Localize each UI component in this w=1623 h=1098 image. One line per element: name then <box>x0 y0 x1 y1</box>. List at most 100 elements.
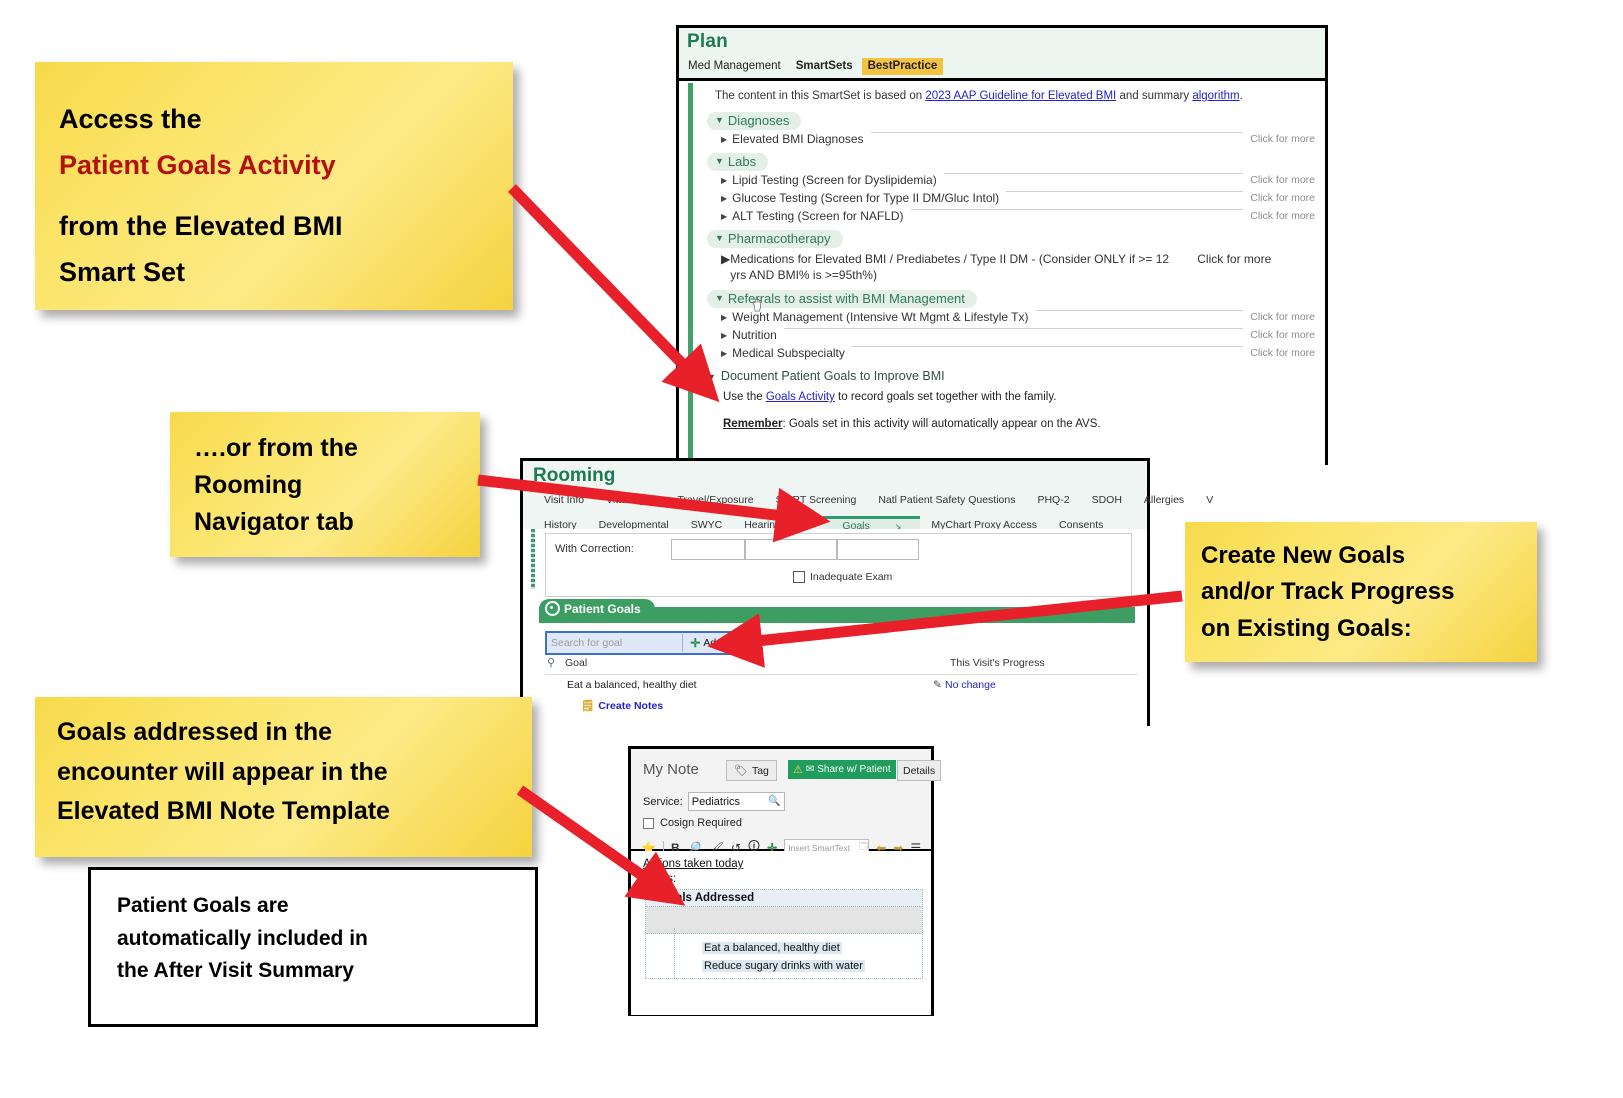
section-header-labs[interactable]: ▼ Labs <box>707 153 769 171</box>
search-icon[interactable]: 🔍 <box>768 796 783 807</box>
goal-progress-value[interactable]: No change <box>945 679 996 691</box>
algorithm-link[interactable]: algorithm <box>1192 90 1239 102</box>
note-line: ….or from the <box>194 434 358 462</box>
plan-row-glucose-testing[interactable]: ▶ Glucose Testing (Screen for Type II DM… <box>701 190 1321 208</box>
goal-search-input[interactable]: Search for goal <box>547 637 682 649</box>
click-for-more-label[interactable]: Click for more <box>1197 251 1271 267</box>
note-line: Elevated BMI Note Template <box>57 797 390 825</box>
row-label: Lipid Testing (Screen for Dyslipidemia) <box>732 173 937 187</box>
rooming-tab-allergies[interactable]: Allergies <box>1133 494 1195 506</box>
plan-tab-med-management[interactable]: Med Management <box>686 58 790 75</box>
row-leader-line <box>851 346 1244 347</box>
service-label: Service: <box>643 795 683 808</box>
remember-label: Remember <box>723 418 783 430</box>
plan-row-lipid-testing[interactable]: ▶ Lipid Testing (Screen for Dyslipidemia… <box>701 172 1321 190</box>
service-input[interactable]: Pediatrics 🔍 <box>687 792 785 811</box>
details-button[interactable]: Details <box>897 760 942 781</box>
add-goal-button[interactable]: ✛ Add <box>682 634 729 652</box>
rooming-tab-visit-info[interactable]: Visit Info <box>533 494 595 506</box>
sticky-note-access-smartset: Access the Patient Goals Activity from t… <box>35 62 513 310</box>
checkbox-icon <box>643 817 654 829</box>
my-note-body[interactable]: Actions taken today Goals: Goals Address… <box>631 851 931 1015</box>
goals-remember-note: Remember: Goals set in this activity wil… <box>701 406 1321 433</box>
plan-row-alt-testing[interactable]: ▶ ALT Testing (Screen for NAFLD) Click f… <box>701 208 1321 226</box>
plan-row-weight-management[interactable]: ▶ Weight Management (Intensive Wt Mgmt &… <box>701 309 1321 327</box>
caret-down-icon: ▼ <box>715 115 724 125</box>
rooming-tab-natl-patient-safety-questions[interactable]: Natl Patient Safety Questions <box>867 494 1026 506</box>
aap-guideline-link[interactable]: 2023 AAP Guideline for Elevated BMI <box>925 90 1116 102</box>
sort-caret-icon[interactable]: ▲ <box>745 653 753 662</box>
share-label: Share w/ Patient <box>817 764 891 775</box>
click-for-more-label[interactable]: Click for more <box>1250 191 1321 206</box>
rooming-tab-phq-2[interactable]: PHQ-2 <box>1026 494 1080 506</box>
details-label: Details <box>903 764 936 777</box>
with-correction-label: With Correction: <box>555 543 634 555</box>
share-envelope-icon: ✉ <box>805 764 815 775</box>
row-label: Medications for Elevated BMI / Prediabet… <box>730 252 1170 282</box>
caret-right-icon: ▶ <box>721 135 728 144</box>
rooming-section-accent <box>531 529 535 589</box>
section-label: Diagnoses <box>727 113 790 128</box>
caret-right-icon: ▶ <box>721 252 731 266</box>
row-leader-line <box>943 173 1244 174</box>
create-notes-link[interactable]: 🗒 Create Notes <box>581 699 663 712</box>
note-line-highlight: Patient Goals Activity <box>59 150 336 181</box>
click-for-more-label[interactable]: Click for more <box>1250 328 1321 343</box>
my-note-title: My Note <box>643 761 699 778</box>
goals-addressed-heading: Goals Addressed <box>646 890 922 907</box>
section-header-referrals[interactable]: ▼ Referrals to assist with BMI Management <box>707 290 977 308</box>
avs-callout-text: Patient Goals are automatically included… <box>91 870 535 988</box>
plan-row-medications[interactable]: ▶ Medications for Elevated BMI / Prediab… <box>701 249 1321 283</box>
note-line: Navigator tab <box>194 508 354 536</box>
note-line: Goals addressed in the <box>57 718 333 746</box>
patient-goals-section-header[interactable]: Patient Goals <box>539 599 655 619</box>
click-for-more-label[interactable]: Click for more <box>1250 346 1321 361</box>
plan-row-elevated-bmi-diagnoses[interactable]: ▶ Elevated BMI Diagnoses Click for more <box>701 131 1321 149</box>
note-line: Rooming <box>194 471 303 499</box>
intro-pre: The content in this SmartSet is based on <box>715 90 926 102</box>
with-correction-field-2[interactable] <box>745 539 837 560</box>
table-column-divider <box>674 928 676 978</box>
rooming-tab-truncated[interactable]: V <box>1195 494 1224 506</box>
with-correction-field-1[interactable] <box>671 539 745 560</box>
tag-button[interactable]: 🏷 Tag <box>726 760 777 781</box>
goal-search-row: Search for goal ✛ Add <box>545 631 731 655</box>
plan-row-nutrition[interactable]: ▶ Nutrition Click for more <box>701 327 1321 345</box>
click-for-more-label[interactable]: Click for more <box>1250 173 1321 188</box>
inadequate-exam-checkbox[interactable]: Inadequate Exam <box>793 571 892 583</box>
rooming-tab-travel-exposure[interactable]: Travel/Exposure <box>667 494 765 506</box>
rooming-tab-row-1: Visit Info Vital Signs Travel/Exposure S… <box>533 494 1224 506</box>
edit-pencil-icon[interactable]: ✎ <box>933 679 942 691</box>
plan-intro-text: The content in this SmartSet is based on… <box>701 81 1321 108</box>
create-notes-label: Create Notes <box>598 700 664 712</box>
plan-tab-smartsets[interactable]: SmartSets <box>790 58 862 75</box>
section-header-diagnoses[interactable]: ▼ Diagnoses <box>707 112 802 130</box>
note-line-spacer <box>59 189 513 203</box>
with-correction-field-3[interactable] <box>837 539 919 560</box>
sticky-note-rooming-navigator: ….or from the Rooming Navigator tab <box>170 412 480 557</box>
goals-label: Goals: <box>643 873 677 885</box>
share-with-patient-button[interactable]: ⚠ ✉ Share w/ Patient <box>788 760 896 779</box>
plus-icon: ✛ <box>690 636 701 650</box>
goal-column-icon: ⚲ <box>547 657 556 669</box>
plan-tab-bestpractice[interactable]: BestPractice <box>861 58 944 75</box>
goals-table-header: ⚲ Goal ▲ This Visit's Progress <box>545 653 1137 675</box>
goals-activity-link[interactable]: Goals Activity <box>766 391 835 403</box>
click-for-more-label[interactable]: Click for more <box>1250 209 1321 224</box>
rooming-tab-sdoh[interactable]: SDOH <box>1081 494 1133 506</box>
plan-title: Plan <box>687 31 728 52</box>
row-leader-line <box>1035 310 1244 311</box>
click-for-more-label[interactable]: Click for more <box>1250 132 1321 147</box>
row-leader-line <box>910 209 1244 210</box>
rooming-tab-vital-signs[interactable]: Vital Signs <box>595 494 666 506</box>
section-header-document-patient-goals[interactable]: ▼ Document Patient Goals to Improve BMI <box>701 363 1321 386</box>
section-header-pharmacotherapy[interactable]: ▼ Pharmacotherapy <box>707 230 843 248</box>
cosign-required-checkbox[interactable]: Cosign Required <box>643 817 742 829</box>
rooming-tab-sbirt-screening[interactable]: SBIRT Screening <box>765 494 868 506</box>
plan-row-medical-subspecialty[interactable]: ▶ Medical Subspecialty Click for more <box>701 345 1321 363</box>
note-line: from the Elevated BMI <box>59 210 343 241</box>
plan-window: Plan Med Management SmartSets BestPracti… <box>676 25 1328 468</box>
rooming-header: Rooming Visit Info Vital Signs Travel/Ex… <box>523 461 1213 533</box>
click-for-more-label[interactable]: Click for more <box>1250 310 1321 325</box>
plan-green-accent-bar <box>688 83 693 466</box>
